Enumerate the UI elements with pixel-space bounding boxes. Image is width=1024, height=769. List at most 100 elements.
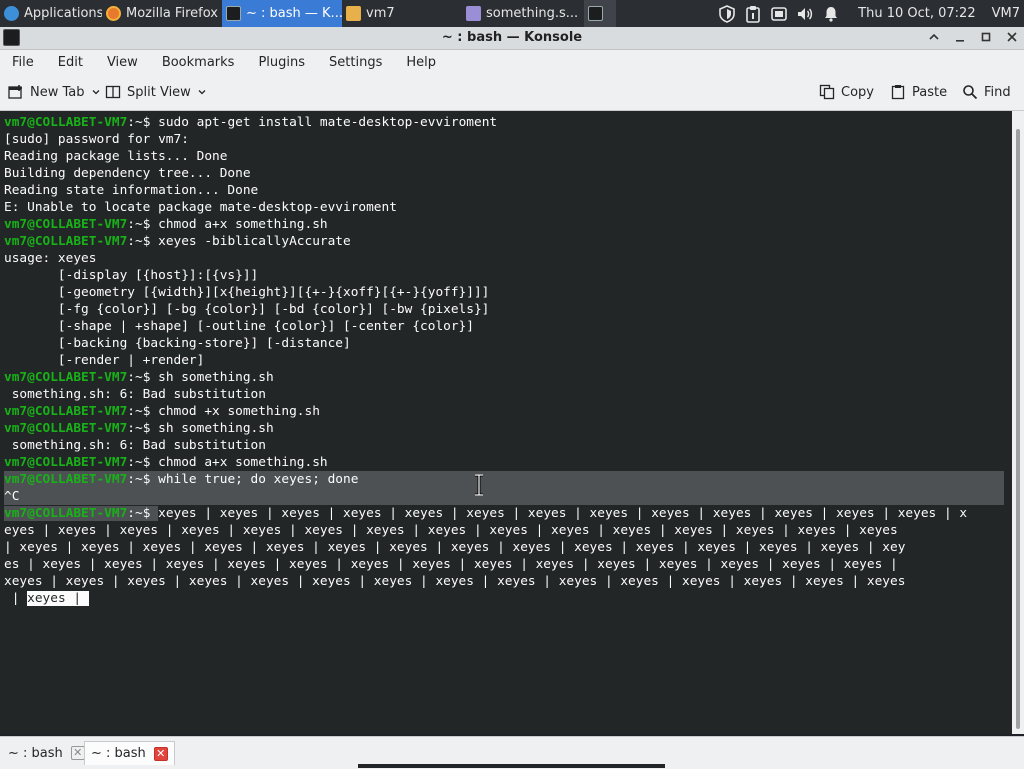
firefox-icon xyxy=(106,6,121,21)
find-button[interactable]: Find xyxy=(962,83,1011,101)
output-text: | xyxy=(4,591,28,606)
menu-view[interactable]: View xyxy=(95,55,150,70)
close-tab-icon[interactable]: ✕ xyxy=(153,746,168,761)
new-tab-button[interactable]: New Tab xyxy=(8,83,101,101)
text-editor-icon xyxy=(466,6,481,21)
output-text: usage: xeyes xyxy=(4,251,97,266)
command-line: vm7@COLLABET-VM7:~$ xeyes -biblicallyAcc… xyxy=(4,233,1008,250)
copy-label: Copy xyxy=(841,84,874,100)
terminal-icon xyxy=(226,6,241,21)
output-line: [-geometry [{width}][x{height}][{+-}{xof… xyxy=(4,284,1008,301)
command-text: xeyes | xeyes | xeyes | xeyes | xeyes | … xyxy=(158,506,968,521)
task-file-manager[interactable]: vm7 xyxy=(342,0,462,27)
find-label: Find xyxy=(984,84,1011,100)
output-text: Reading package lists... Done xyxy=(4,149,228,164)
menu-bookmarks[interactable]: Bookmarks xyxy=(150,55,247,70)
task-terminal-2[interactable] xyxy=(584,0,616,27)
command-text: xeyes -biblicallyAccurate xyxy=(158,234,351,249)
output-text: [-shape | +shape] [-outline {color}] [-c… xyxy=(4,319,474,334)
applications-menu[interactable]: Applications xyxy=(0,0,102,27)
menu-file[interactable]: File xyxy=(0,55,46,70)
terminal-view[interactable]: vm7@COLLABET-VM7:~$ sudo apt-get install… xyxy=(0,111,1012,734)
command-line: vm7@COLLABET-VM7:~$ sudo apt-get install… xyxy=(4,114,1008,131)
command-text: chmod a+x something.sh xyxy=(158,455,328,470)
prompt-user-host: vm7@COLLABET-VM7 xyxy=(4,404,128,419)
tab-bash-2[interactable]: ~ : bash ✕ xyxy=(84,741,175,765)
user-menu[interactable]: VM7 xyxy=(992,6,1020,21)
command-line: vm7@COLLABET-VM7:~$ while true; do xeyes… xyxy=(4,471,1004,488)
paste-button[interactable]: Paste xyxy=(890,83,947,101)
task-label: ~ : bash — K... xyxy=(246,6,342,21)
terminal-scrollbar[interactable] xyxy=(1012,111,1024,734)
prompt-user-host: vm7@COLLABET-VM7 xyxy=(4,472,128,487)
output-line: [-shape | +shape] [-outline {color}] [-c… xyxy=(4,318,1008,335)
selected-text: xeyes | xyxy=(27,591,89,606)
notification-bell-icon[interactable] xyxy=(822,5,840,23)
task-label: Mozilla Firefox xyxy=(126,6,218,21)
task-text-editor[interactable]: something.s... xyxy=(462,0,584,27)
shield-icon[interactable] xyxy=(718,4,736,23)
output-line: es | xeyes | xeyes | xeyes | xeyes | xey… xyxy=(4,556,1008,573)
output-text: E: Unable to locate package mate-desktop… xyxy=(4,200,397,215)
output-text: eyes | xeyes | xeyes | xeyes | xeyes | x… xyxy=(4,523,898,538)
paste-icon xyxy=(891,85,905,100)
output-line: something.sh: 6: Bad substitution xyxy=(4,386,1008,403)
menu-plugins[interactable]: Plugins xyxy=(246,55,317,70)
text-cursor-icon xyxy=(475,474,483,496)
output-text: [-render | +render] xyxy=(4,353,205,368)
command-line: vm7@COLLABET-VM7:~$ chmod +x something.s… xyxy=(4,403,1008,420)
output-line: | xeyes | xeyes | xeyes | xeyes | xeyes … xyxy=(4,539,1008,556)
prompt-suffix: :~$ xyxy=(127,115,159,130)
output-text: [sudo] password for vm7: xyxy=(4,132,189,147)
copy-icon xyxy=(819,84,835,100)
paste-label: Paste xyxy=(912,84,948,100)
command-line: vm7@COLLABET-VM7:~$ xeyes | xeyes | xeye… xyxy=(4,505,1008,522)
close-window-button[interactable] xyxy=(1004,29,1020,45)
output-line: usage: xeyes xyxy=(4,250,1008,267)
prompt-suffix: :~$ xyxy=(127,404,159,419)
split-view-label: Split View xyxy=(127,84,191,100)
toolbar: New Tab Split View Copy Paste Find xyxy=(0,74,1024,111)
command-text: sudo apt-get install mate-desktop-evviro… xyxy=(158,115,498,130)
output-text: something.sh: 6: Bad substitution xyxy=(4,387,266,402)
prompt-suffix: :~$ xyxy=(127,370,159,385)
menu-settings[interactable]: Settings xyxy=(317,55,394,70)
output-line: Building dependency tree... Done xyxy=(4,165,1008,182)
volume-icon[interactable] xyxy=(796,5,814,23)
split-view-button[interactable]: Split View xyxy=(105,83,207,101)
prompt-user-host: vm7@COLLABET-VM7 xyxy=(4,455,128,470)
chevron-down-icon[interactable] xyxy=(91,87,101,97)
output-text: ^C xyxy=(4,489,20,504)
new-tab-icon xyxy=(8,85,22,99)
task-label: Applications xyxy=(24,6,102,21)
command-text: sh something.sh xyxy=(158,421,274,436)
output-line: [-fg {color}] [-bg {color}] [-bd {color}… xyxy=(4,301,1008,318)
task-label: vm7 xyxy=(366,6,395,21)
output-line: Reading package lists... Done xyxy=(4,148,1008,165)
chevron-down-icon[interactable] xyxy=(197,87,207,97)
scrollbar-thumb[interactable] xyxy=(1016,129,1020,729)
copy-button[interactable]: Copy xyxy=(819,83,874,101)
window-titlebar[interactable]: ~ : bash — Konsole xyxy=(0,27,1024,50)
display-icon[interactable] xyxy=(770,5,788,23)
close-tab-icon[interactable]: ✕ xyxy=(70,746,85,760)
clock[interactable]: Thu 10 Oct, 07:22 xyxy=(858,6,975,21)
active-tab-indicator xyxy=(358,764,665,768)
tab-label: ~ : bash xyxy=(91,746,146,761)
prompt-suffix: :~$ xyxy=(127,455,159,470)
tab-bash-1[interactable]: ~ : bash ✕ xyxy=(2,741,91,765)
menu-help[interactable]: Help xyxy=(394,55,448,70)
menu-edit[interactable]: Edit xyxy=(46,55,95,70)
output-text: Building dependency tree... Done xyxy=(4,166,251,181)
applications-menu-icon xyxy=(4,6,19,21)
command-line: vm7@COLLABET-VM7:~$ sh something.sh xyxy=(4,369,1008,386)
output-line: [-display [{host}]:[{vs}]] xyxy=(4,267,1008,284)
split-view-icon xyxy=(105,85,121,99)
clipboard-icon[interactable] xyxy=(744,5,762,23)
minimize-button[interactable] xyxy=(952,29,968,45)
task-firefox[interactable]: Mozilla Firefox xyxy=(102,0,222,27)
top-panel: Applications Mozilla Firefox ~ : bash — … xyxy=(0,0,1024,27)
maximize-button[interactable] xyxy=(978,29,994,45)
keep-above-button[interactable] xyxy=(926,29,942,45)
task-konsole[interactable]: ~ : bash — K... xyxy=(222,0,342,27)
